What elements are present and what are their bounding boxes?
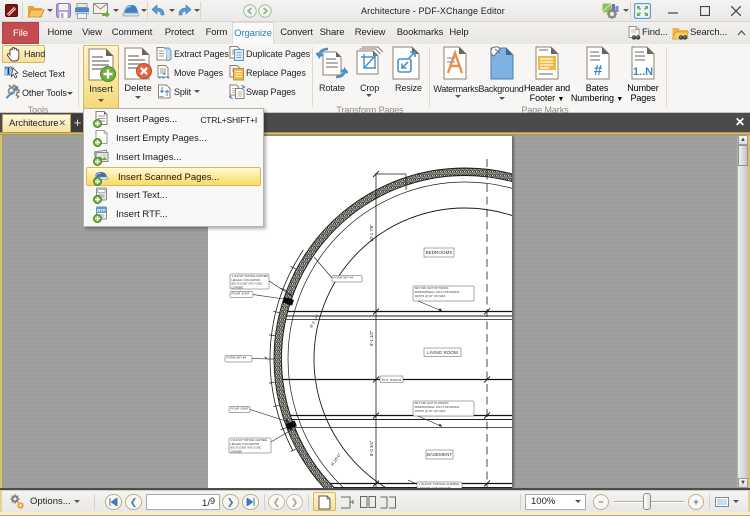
svg-text:JOISTS @ 16" O/C MAX: JOISTS @ 16" O/C MAX [415, 409, 446, 413]
svg-text:CORNER): CORNER) [232, 286, 244, 289]
svg-text:1..N: 1..N [633, 66, 653, 78]
svg-text:16'-0" RADIUS: 16'-0" RADIUS [382, 378, 402, 382]
svg-text:BOLTS (CAST INTO CONC: BOLTS (CAST INTO CONC [232, 283, 263, 286]
svg-text:BASEMENT: BASEMENT [427, 452, 452, 457]
svg-text:POUR JOINT: POUR JOINT [231, 407, 249, 411]
svg-text:1 OLD 5/4" TOP RAIL CLR/SIDE: 1 OLD 5/4" TOP RAIL CLR/SIDE [231, 439, 268, 442]
svg-text:POUR JOINT: POUR JOINT [232, 292, 250, 296]
svg-text:R 16'-0": R 16'-0" [330, 452, 343, 467]
svg-text:10'-1 7/8": 10'-1 7/8" [369, 224, 374, 242]
svg-text:1 OLD 5/4" TOP RAIL CLR/SIDE: 1 OLD 5/4" TOP RAIL CLR/SIDE [232, 275, 269, 278]
svg-text:LEDGER, CON ANCHOR: LEDGER, CON ANCHOR [232, 279, 261, 282]
svg-text:RTF: RTF [97, 208, 106, 213]
svg-text:8'-2 1/4": 8'-2 1/4" [308, 313, 320, 329]
svg-text:LIVING ROOM: LIVING ROOM [427, 350, 458, 355]
svg-text:LEDGER, CON ANCHOR: LEDGER, CON ANCHOR [231, 443, 260, 446]
svg-text:BOLTS (CAST INTO CONC: BOLTS (CAST INTO CONC [231, 447, 262, 450]
svg-text:#: # [594, 62, 603, 79]
svg-text:8'-0 3/4": 8'-0 3/4" [369, 440, 374, 456]
svg-text:JOISTS @ 16" O/C MAX: JOISTS @ 16" O/C MAX [415, 294, 446, 298]
svg-text:FORM SET #4: FORM SET #4 [334, 276, 354, 280]
svg-text:FORM SET #6: FORM SET #6 [227, 356, 247, 360]
svg-text:BEDROOMS: BEDROOMS [426, 250, 453, 255]
svg-text:9'-1 1/2": 9'-1 1/2" [369, 330, 374, 346]
svg-text:CORNER): CORNER) [231, 450, 243, 453]
